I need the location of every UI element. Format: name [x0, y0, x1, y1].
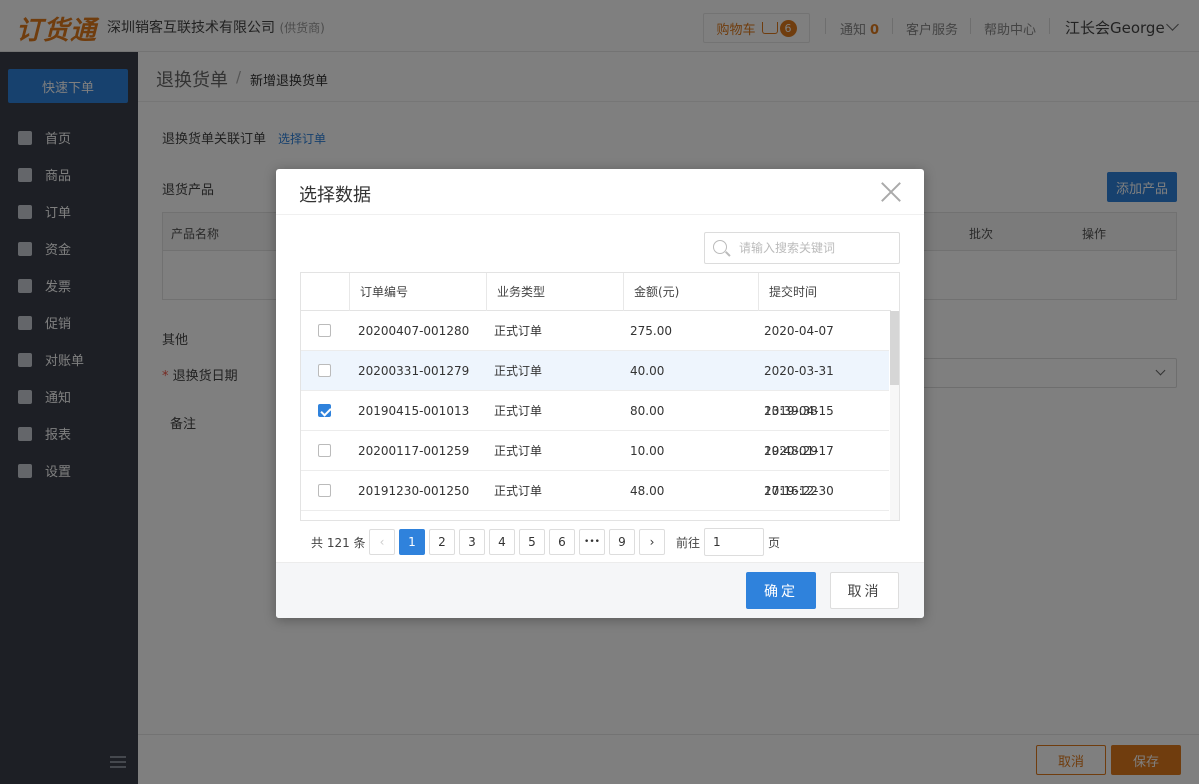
dialog-divider	[276, 214, 924, 215]
table-scrollbar[interactable]	[890, 311, 899, 520]
order-no: 20200407-001280	[358, 324, 470, 338]
search-input[interactable]	[737, 233, 897, 263]
prev-page-button[interactable]: ‹	[369, 529, 395, 555]
biz-type: 正式订单	[494, 404, 543, 418]
page-4-button[interactable]: 4	[489, 529, 515, 555]
row-checkbox[interactable]	[318, 444, 331, 457]
amount: 48.00	[630, 484, 665, 498]
total-count: 共 121 条	[311, 536, 366, 550]
page-5-button[interactable]: 5	[519, 529, 545, 555]
column-amount: 金额(元)	[624, 273, 759, 311]
page-6-button[interactable]: 6	[549, 529, 575, 555]
amount: 275.00	[630, 324, 672, 338]
close-icon[interactable]	[877, 178, 905, 206]
amount: 10.00	[630, 444, 665, 458]
order-no: 20200331-001279	[358, 364, 470, 378]
column-submit-time: 提交时间	[769, 285, 818, 299]
search-box	[704, 232, 900, 264]
submit-time: 2020-03-31 13:39:38	[764, 364, 834, 418]
next-page-button[interactable]: ›	[639, 529, 665, 555]
table-row[interactable]: 20200331-001279 正式订单 40.00 2020-03-31 13…	[301, 351, 889, 418]
amount: 40.00	[630, 364, 665, 378]
order-no: 20200117-001259	[358, 444, 470, 458]
biz-type: 正式订单	[494, 444, 543, 458]
page-2-button[interactable]: 2	[429, 529, 455, 555]
more-pages-button[interactable]: •••	[579, 529, 605, 555]
row-checkbox[interactable]	[318, 484, 331, 497]
dialog-cancel-button[interactable]: 取消	[830, 572, 899, 609]
confirm-button[interactable]: 确定	[746, 572, 816, 609]
biz-type: 正式订单	[494, 324, 543, 338]
order-table-header: 订单编号 业务类型 金额(元) 提交时间	[301, 273, 891, 311]
pagination: 共 121 条 ‹ 1 2 3 4 5 6 ••• 9 › 前往 页	[276, 527, 924, 557]
submit-time: 2019-12-30 19:38:44	[764, 484, 834, 498]
select-data-dialog: 选择数据 订单编号 业务类型 金额(元) 提交时间 20200407-00128…	[276, 169, 924, 618]
column-biz-type: 业务类型	[487, 273, 624, 311]
row-checkbox[interactable]	[318, 324, 331, 337]
goto-page-input[interactable]	[704, 528, 764, 556]
table-row[interactable]: 20200407-001280 正式订单 275.00 2020-04-07 1…	[301, 311, 889, 378]
table-row[interactable]: 20190415-001013 正式订单 80.00 2019-04-15 19…	[301, 391, 889, 458]
goto-label: 前往	[676, 536, 701, 550]
submit-time: 2020-01-17 17:16:22	[764, 444, 834, 498]
amount: 80.00	[630, 404, 665, 418]
biz-type: 正式订单	[494, 484, 543, 498]
table-row[interactable]: 20191230-001250 正式订单 48.00 2019-12-30 19…	[301, 471, 889, 511]
table-row[interactable]: 20200117-001259 正式订单 10.00 2020-01-17 17…	[301, 431, 889, 498]
submit-time: 2020-04-07 15:12:20	[764, 324, 834, 378]
dialog-footer: 确定 取消	[276, 562, 924, 618]
order-no: 20191230-001250	[358, 484, 470, 498]
biz-type: 正式订单	[494, 364, 543, 378]
scrollbar-thumb[interactable]	[890, 311, 899, 385]
page-suffix: 页	[768, 536, 781, 550]
column-order-no: 订单编号	[350, 273, 487, 311]
row-checkbox[interactable]	[318, 364, 331, 377]
column-select	[301, 273, 350, 311]
dialog-title: 选择数据	[299, 185, 371, 206]
page-1-button[interactable]: 1	[399, 529, 425, 555]
order-no: 20190415-001013	[358, 404, 470, 418]
search-icon	[713, 240, 727, 254]
row-checkbox[interactable]	[318, 404, 331, 417]
submit-time: 2019-04-15 19:48:29	[764, 404, 834, 458]
page-3-button[interactable]: 3	[459, 529, 485, 555]
order-table: 订单编号 业务类型 金额(元) 提交时间 20200407-001280 正式订…	[300, 272, 900, 521]
page-9-button[interactable]: 9	[609, 529, 635, 555]
